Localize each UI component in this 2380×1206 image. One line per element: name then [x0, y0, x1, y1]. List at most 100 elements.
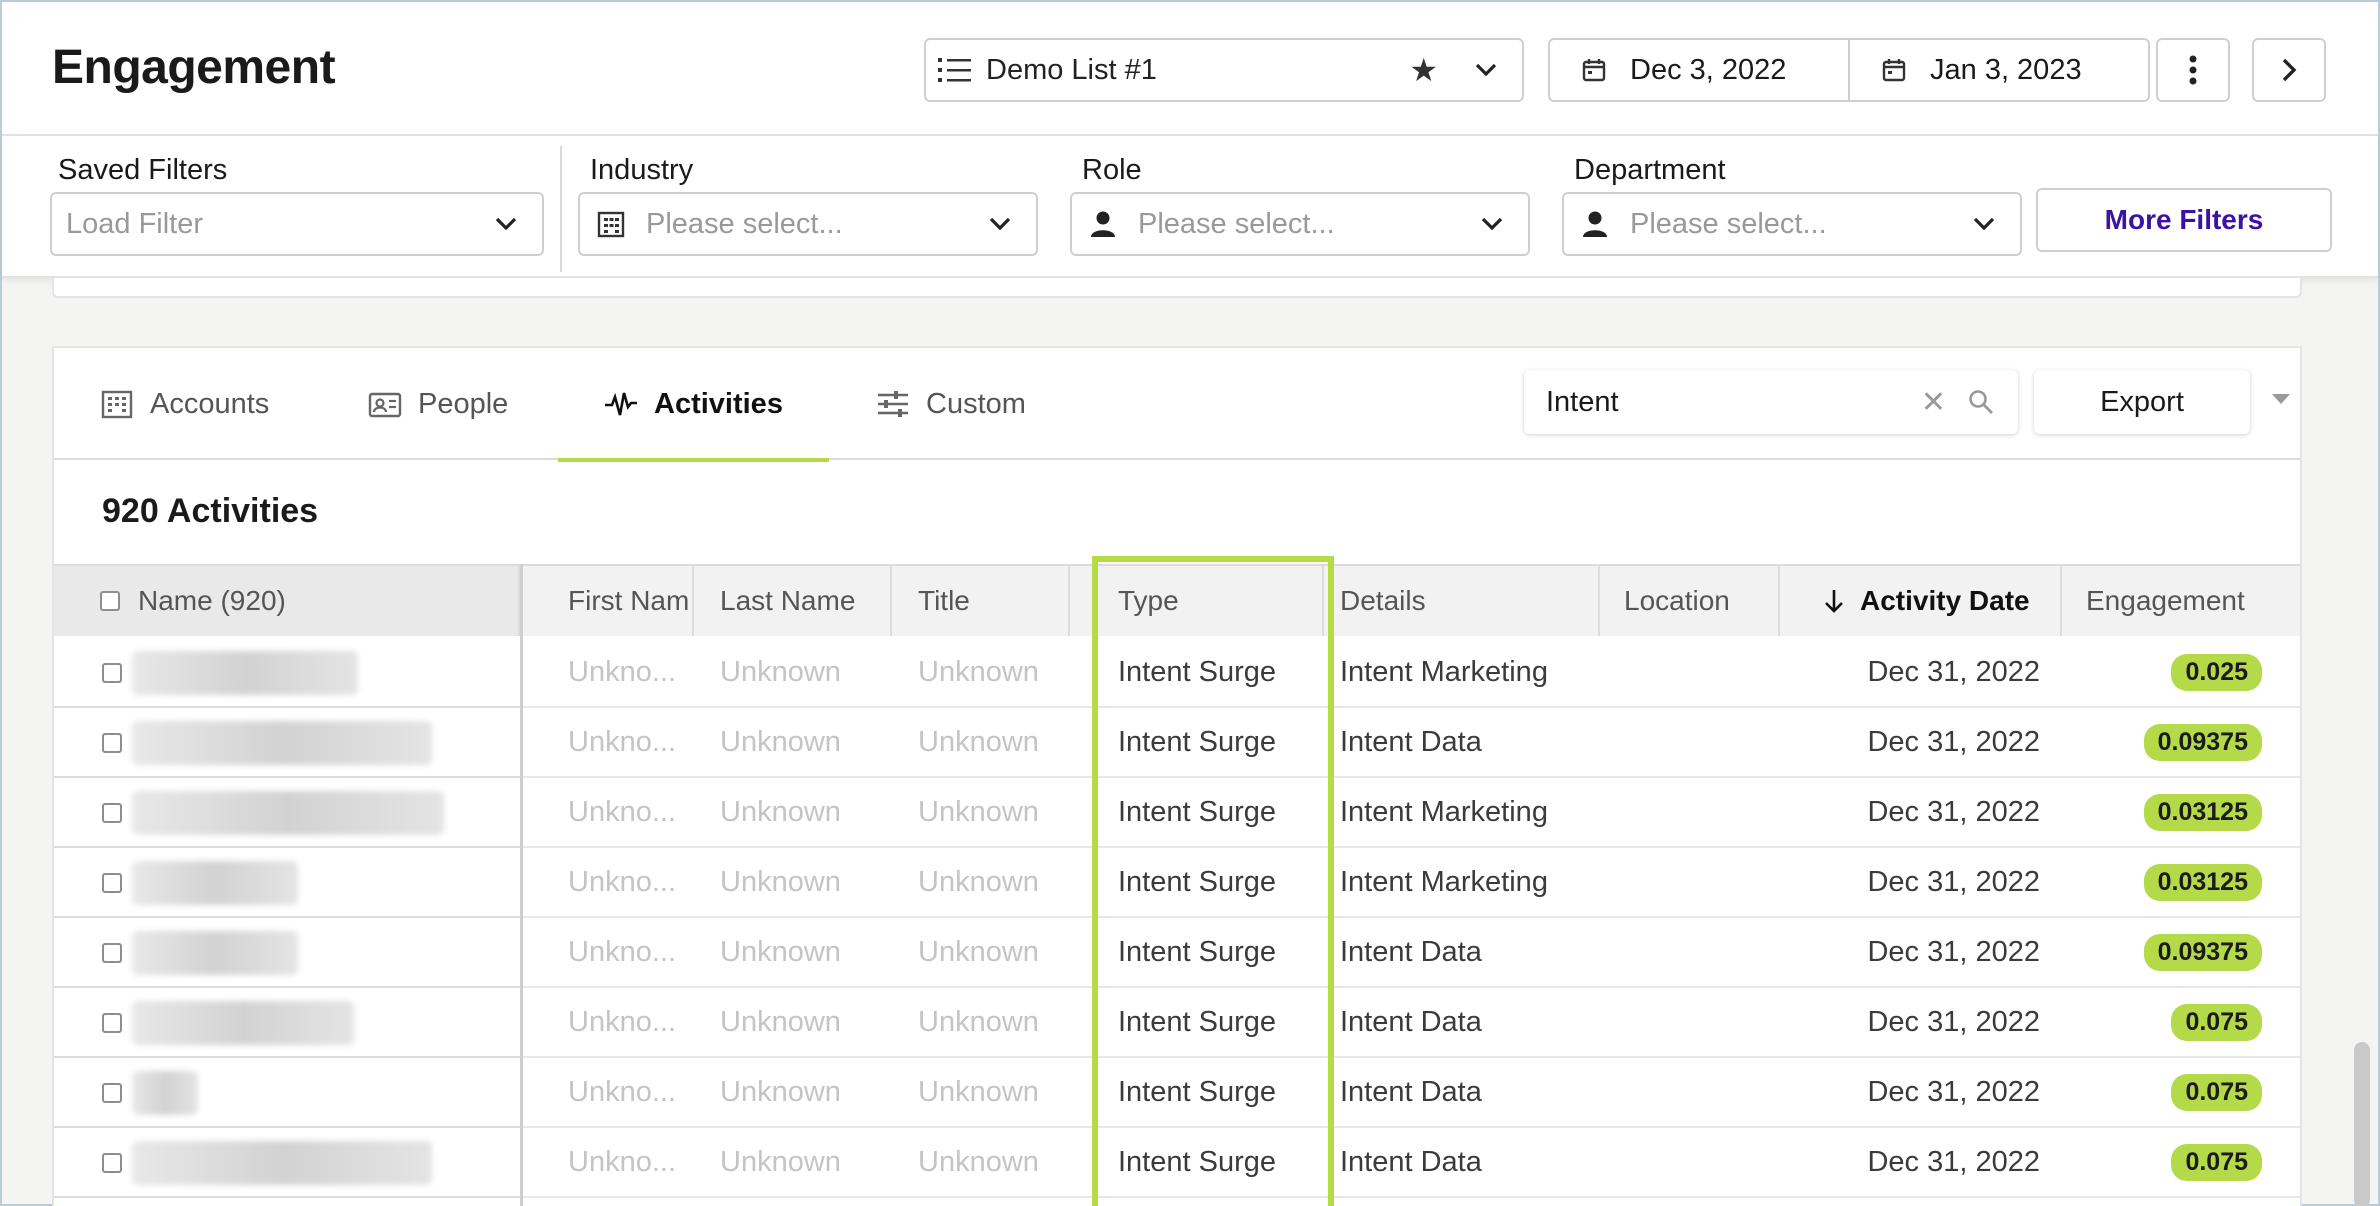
location-cell	[1624, 1058, 1774, 1127]
col-activity-date[interactable]: Activity Date	[1780, 566, 2062, 636]
first-name-cell: Unkno...	[568, 1006, 676, 1038]
filter-divider	[560, 146, 562, 272]
name-cell[interactable]	[102, 988, 522, 1057]
saved-filters-select[interactable]: Load Filter	[50, 192, 544, 256]
engagement-score-badge: 0.03125	[2143, 864, 2262, 901]
table-row[interactable]: Unkno... Unknown Unknown Intent Surge Intent…	[54, 988, 2300, 1058]
row-divider	[54, 1196, 520, 1198]
name-cell[interactable]	[102, 1128, 522, 1197]
tab-custom[interactable]: Custom	[876, 348, 1026, 460]
row-checkbox[interactable]	[102, 942, 122, 963]
more-filters-button[interactable]: More Filters	[2036, 188, 2332, 252]
list-select[interactable]: Demo List #1 ★	[924, 38, 1524, 102]
engagement-cell: 0.09375	[2062, 708, 2300, 777]
table-row[interactable]: Unkno... Unknown Unknown Intent Surge Intent…	[54, 918, 2300, 988]
vertical-scrollbar[interactable]	[2354, 1042, 2370, 1206]
type-cell: Intent Surge	[1118, 656, 1276, 688]
row-checkbox[interactable]	[102, 802, 122, 823]
name-cell[interactable]	[102, 918, 522, 987]
tab-accounts[interactable]: Accounts	[100, 348, 269, 460]
last-name-cell: Unknown	[720, 796, 841, 828]
location-cell	[1624, 638, 1774, 707]
activities-count: 920 Activities	[102, 492, 319, 530]
col-engagement[interactable]: Engagement	[2062, 566, 2300, 636]
activity-date-cell: Dec 31, 2022	[1867, 796, 2040, 828]
first-name-cell: Unkno...	[568, 796, 676, 828]
engagement-cell: 0.075	[2062, 1128, 2300, 1197]
search-input[interactable]: Intent	[1546, 386, 1921, 419]
row-checkbox[interactable]	[102, 1152, 122, 1173]
date-range-picker[interactable]: Dec 3, 2022 Jan 3, 2023	[1548, 38, 2150, 102]
chevron-down-icon	[989, 217, 1011, 231]
col-type[interactable]: Type	[1070, 566, 1324, 636]
col-name[interactable]: Name (920)	[54, 566, 520, 636]
search-icon[interactable]	[1968, 389, 1994, 415]
redacted-name	[132, 1000, 354, 1045]
tab-people[interactable]: People	[368, 348, 508, 460]
engagement-score-badge: 0.025	[2171, 654, 2262, 691]
list-select-value: Demo List #1	[986, 53, 1157, 86]
search-box[interactable]: Intent ✕	[1524, 370, 2018, 434]
table-row[interactable]: Unkno... Unknown Unknown Intent Surge Intent…	[54, 708, 2300, 778]
kebab-icon	[2189, 55, 2197, 85]
engagement-cell: 0.075	[2062, 1058, 2300, 1127]
title-cell: Unknown	[918, 726, 1039, 758]
name-cell[interactable]	[102, 778, 522, 847]
last-name-cell: Unknown	[720, 936, 841, 968]
details-cell: Intent Data	[1340, 1146, 1482, 1178]
name-cell[interactable]	[102, 638, 522, 707]
clear-icon[interactable]: ✕	[1921, 385, 1946, 420]
row-checkbox[interactable]	[102, 872, 122, 893]
name-cell[interactable]	[102, 1058, 522, 1127]
select-all-checkbox[interactable]	[100, 591, 120, 611]
previous-card-edge	[52, 278, 2302, 298]
title-cell: Unknown	[918, 656, 1039, 688]
end-date[interactable]: Jan 3, 2023	[1848, 40, 2148, 100]
col-type-label: Type	[1118, 585, 1179, 616]
department-select[interactable]: Please select...	[1562, 192, 2022, 256]
name-cell[interactable]	[102, 848, 522, 917]
details-cell: Intent Data	[1340, 1076, 1482, 1108]
calendar-icon	[1882, 59, 1906, 82]
location-cell	[1624, 1128, 1774, 1197]
col-first-name[interactable]: First Nam	[522, 566, 694, 636]
col-location[interactable]: Location	[1600, 566, 1780, 636]
col-last-name[interactable]: Last Name	[694, 566, 892, 636]
contact-card-icon	[368, 392, 402, 418]
type-cell: Intent Surge	[1118, 936, 1276, 968]
row-checkbox[interactable]	[102, 1082, 122, 1103]
last-name-cell: Unknown	[720, 1146, 841, 1178]
row-checkbox[interactable]	[102, 1012, 122, 1033]
table-row[interactable]: Unkno... Unknown Unknown Intent Surge Intent…	[54, 638, 2300, 708]
role-select[interactable]: Please select...	[1070, 192, 1530, 256]
name-cell[interactable]	[102, 708, 522, 777]
title-cell: Unknown	[918, 1006, 1039, 1038]
col-title[interactable]: Title	[892, 566, 1070, 636]
activity-date-cell: Dec 31, 2022	[1867, 936, 2040, 968]
details-cell: Intent Marketing	[1340, 796, 1548, 828]
row-checkbox[interactable]	[102, 732, 122, 753]
table-row[interactable]: Unkno... Unknown Unknown Intent Surge Intent…	[54, 1128, 2300, 1198]
export-button[interactable]: Export	[2034, 370, 2250, 434]
col-first-name-label: First Nam	[568, 585, 690, 616]
table-row[interactable]: Unkno... Unknown Unknown Intent Surge Intent…	[54, 778, 2300, 848]
col-title-label: Title	[918, 585, 970, 616]
arrow-down-icon	[1825, 590, 1843, 613]
more-options-button[interactable]	[2156, 38, 2230, 102]
export-dropdown-icon[interactable]	[2272, 394, 2290, 404]
start-date[interactable]: Dec 3, 2022	[1550, 40, 1848, 100]
next-button[interactable]	[2252, 38, 2326, 102]
activity-date-cell: Dec 31, 2022	[1867, 656, 2040, 688]
industry-select[interactable]: Please select...	[578, 192, 1038, 256]
col-details[interactable]: Details	[1324, 566, 1600, 636]
table-row[interactable]: Unkno... Unknown Unknown Intent Surge Intent…	[54, 848, 2300, 918]
table-row[interactable]: Unkno... Unknown Unknown Intent Surge Intent…	[54, 1058, 2300, 1128]
redacted-name	[132, 930, 298, 975]
row-checkbox[interactable]	[102, 662, 122, 683]
pulse-icon	[605, 392, 637, 416]
star-icon[interactable]: ★	[1409, 51, 1438, 89]
tab-activities[interactable]: Activities	[558, 348, 829, 462]
location-cell	[1624, 848, 1774, 917]
engagement-score-badge: 0.09375	[2143, 724, 2262, 761]
tab-custom-label: Custom	[926, 387, 1026, 420]
